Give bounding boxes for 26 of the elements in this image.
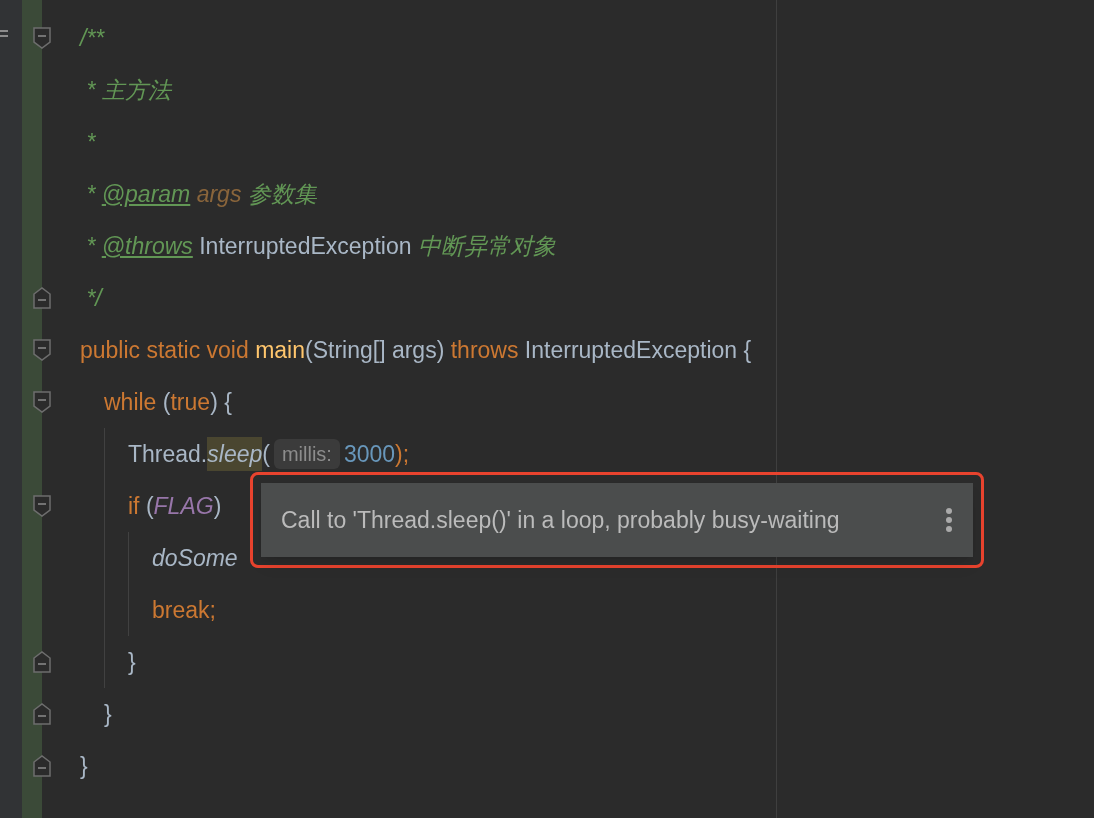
code-line: Thread.sleep( millis: 3000); bbox=[128, 436, 410, 472]
fold-icon[interactable] bbox=[32, 494, 52, 518]
gutter-marker-icon bbox=[0, 30, 8, 38]
code-line: doSome bbox=[152, 543, 238, 573]
code-line: public static void main(String[] args) throws InterruptedException { bbox=[80, 335, 752, 365]
code-line: if (FLAG) bbox=[128, 491, 222, 521]
code-line: while (true) { bbox=[104, 387, 232, 417]
more-options-icon[interactable] bbox=[945, 507, 953, 533]
code-line: /** bbox=[80, 23, 105, 53]
fold-icon[interactable] bbox=[32, 26, 52, 50]
code-line: * @throws InterruptedException 中断异常对象 bbox=[85, 231, 556, 261]
fold-icon[interactable] bbox=[32, 650, 52, 674]
fold-icon[interactable] bbox=[32, 702, 52, 726]
code-line: * @param args 参数集 bbox=[85, 179, 317, 209]
code-line: * bbox=[85, 127, 96, 157]
code-line: } bbox=[80, 751, 88, 781]
code-line: } bbox=[128, 647, 136, 677]
tooltip-text: Call to 'Thread.sleep()' in a loop, probably busy-waiting bbox=[281, 505, 840, 535]
fold-icon[interactable] bbox=[32, 338, 52, 362]
fold-icon[interactable] bbox=[32, 754, 52, 778]
code-line: } bbox=[104, 699, 112, 729]
code-line: break; bbox=[152, 595, 216, 625]
code-line: */ bbox=[85, 283, 102, 313]
fold-icon[interactable] bbox=[32, 286, 52, 310]
code-line: * 主方法 bbox=[85, 75, 171, 105]
fold-icon[interactable] bbox=[32, 390, 52, 414]
